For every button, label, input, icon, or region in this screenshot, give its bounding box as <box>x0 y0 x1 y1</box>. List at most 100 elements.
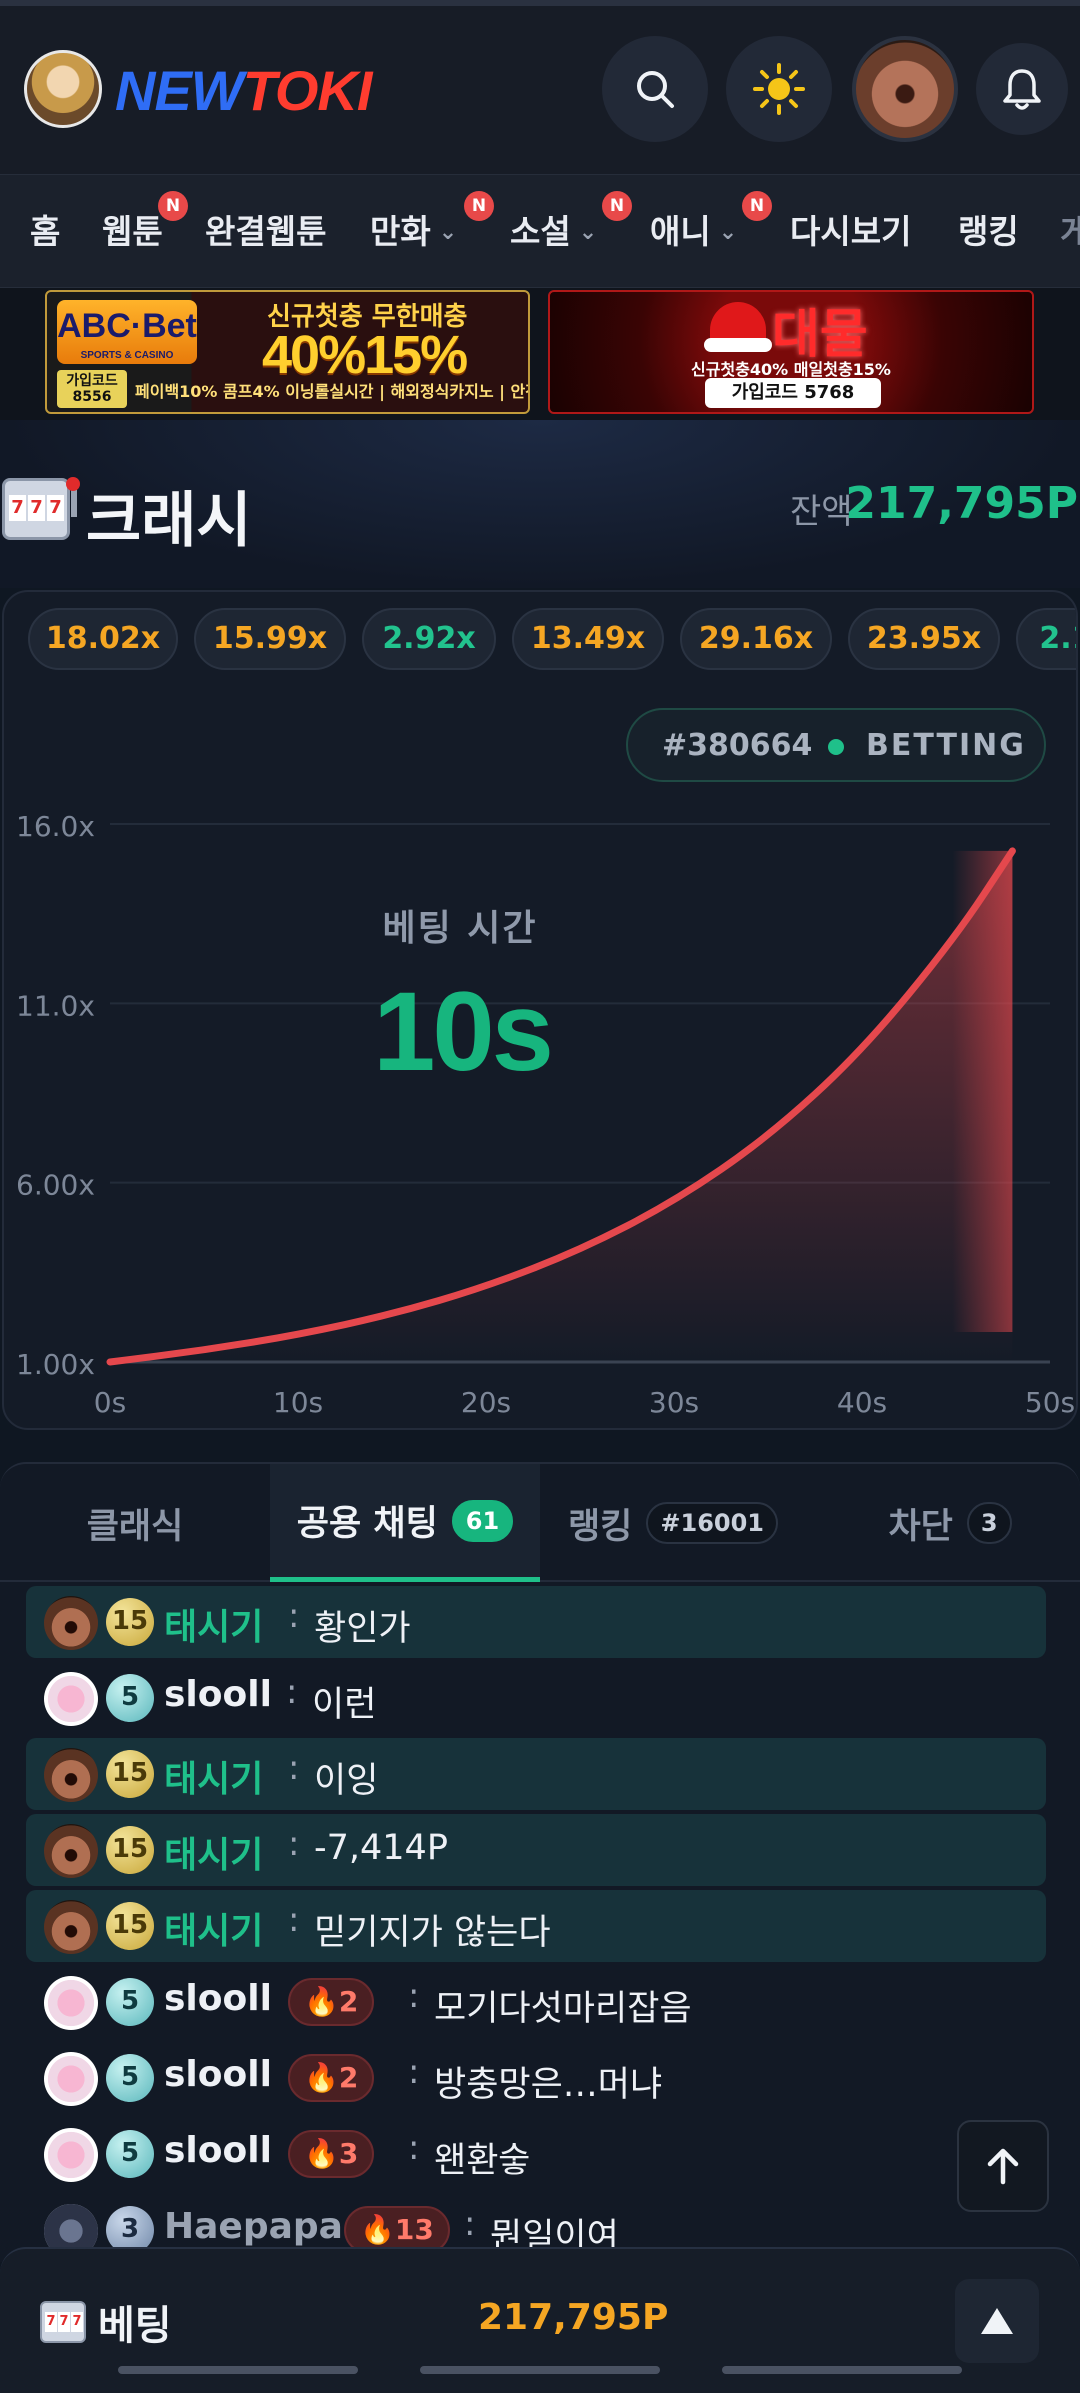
nav-item-completed-webtoon[interactable]: 완결웹툰 <box>205 205 326 253</box>
level-badge: 5 <box>106 1978 154 2026</box>
bet-label: 베팅 <box>98 2303 172 2349</box>
message-separator: : <box>464 2204 476 2244</box>
profile-avatar-button[interactable] <box>852 36 958 142</box>
chat-message[interactable]: 5 slooll 🔥3: 왠환숳 <box>26 2118 1046 2190</box>
message-separator: : <box>288 1824 300 1864</box>
chat-message[interactable]: 15 태시기: 이잉 <box>26 1738 1046 1810</box>
game-header: 777 크래시 잔액 217,795P <box>0 420 1080 588</box>
logo-avatar[interactable] <box>24 50 102 128</box>
user-nickname[interactable]: 태시기 <box>164 1902 263 1954</box>
level-badge: 5 <box>106 1674 154 1722</box>
expand-bet-button[interactable] <box>955 2279 1039 2363</box>
user-nickname[interactable]: slooll <box>164 2054 272 2095</box>
abcbet-logo: ABC·Bet SPORTS & CASINO <box>57 300 197 364</box>
user-avatar[interactable] <box>44 1824 98 1878</box>
chat-message[interactable]: 5 slooll 🔥2: 방충망은…머냐 <box>26 2042 1046 2114</box>
main-nav: 홈 웹툰 N 완결웹툰 만화 ⌄ N 소설 ⌄ N 애니 ⌄ N 다시보기 랭킹 게 <box>0 174 1080 288</box>
user-nickname[interactable]: 태시기 <box>164 1826 263 1878</box>
nav-item-home[interactable]: 홈 <box>30 205 60 253</box>
new-badge: N <box>742 191 772 221</box>
status-dot <box>828 739 844 755</box>
tab-label: 클래식 <box>86 1506 184 1547</box>
abcbet-sub: 페이백10% 콤프4% 이닝롤실시간 | 해외정식카지노 | 안전검증 <box>135 382 530 401</box>
tab-blocked[interactable]: 차단 3 <box>820 1464 1080 1582</box>
tab-label: 차단 <box>888 1506 953 1547</box>
gesture-bar <box>722 2366 962 2374</box>
nav-item-label: 만화 <box>370 212 431 251</box>
site-logo[interactable]: NEWTOKI <box>115 58 373 123</box>
user-nickname[interactable]: 태시기 <box>164 1598 263 1650</box>
message-text: 믿기지가 않는다 <box>314 1913 551 1953</box>
chat-message[interactable]: 5 slooll: 이런 <box>26 1662 1046 1734</box>
slot-machine-icon: 777 <box>2 477 80 540</box>
message-text: 황인가 <box>314 1609 411 1649</box>
abcbet-brand-sub: SPORTS & CASINO <box>80 350 174 361</box>
santa-hat-icon <box>704 302 772 352</box>
user-avatar[interactable] <box>44 1748 98 1802</box>
logo-toki-text: TOKI <box>242 59 373 122</box>
user-avatar[interactable] <box>44 1672 98 1726</box>
round-status-pill: #380664 BETTING <box>626 708 1046 782</box>
crash-chart-card: 18.02x15.99x2.92x13.49x29.16x23.95x2.1 1… <box>2 590 1078 1430</box>
nav-item-webtoon[interactable]: 웹툰 N <box>102 191 188 253</box>
user-nickname[interactable]: slooll <box>164 1674 272 1715</box>
tab-ranking[interactable]: 랭킹 #16001 <box>548 1464 798 1582</box>
chat-message[interactable]: 15 태시기: 황인가 <box>26 1586 1046 1658</box>
user-avatar[interactable] <box>44 2052 98 2106</box>
tab-public-chat[interactable]: 공용 채팅 61 <box>270 1464 540 1582</box>
user-avatar[interactable] <box>44 1976 98 2030</box>
message-text: 이잉 <box>314 1761 379 1801</box>
notification-button[interactable] <box>976 43 1068 135</box>
nav-item-anime[interactable]: 애니 ⌄ N <box>650 191 772 253</box>
nav-item-manga[interactable]: 만화 ⌄ N <box>370 191 494 253</box>
message-separator: : <box>408 1976 420 2016</box>
nav-item-label: 게 <box>1060 212 1080 251</box>
nav-item-ranking[interactable]: 랭킹 <box>958 205 1019 253</box>
theme-toggle-button[interactable] <box>726 36 832 142</box>
tab-label: 공용 채팅 <box>296 1504 438 1544</box>
tab-classic[interactable]: 클래식 <box>0 1464 270 1582</box>
arrow-up-icon <box>987 2148 1019 2185</box>
user-avatar[interactable] <box>44 1900 98 1954</box>
user-nickname[interactable]: 태시기 <box>164 1750 263 1802</box>
scroll-to-top-button[interactable] <box>957 2120 1049 2212</box>
nav-item-label: 랭킹 <box>958 212 1019 251</box>
x-tick-label: 40s <box>837 1386 887 1419</box>
nav-item-replay[interactable]: 다시보기 <box>790 205 911 253</box>
message-text: 이런 <box>312 1685 377 1725</box>
level-badge: 5 <box>106 2054 154 2102</box>
abcbet-code: 가입코드 8556 <box>57 370 127 408</box>
chat-message[interactable]: 15 태시기: 믿기지가 않는다 <box>26 1890 1046 1962</box>
round-id: #380664 <box>662 728 813 763</box>
win-streak-badge: 🔥3 <box>288 2130 375 2178</box>
daemul-code: 가입코드 5768 <box>705 378 881 408</box>
ad-banner-abcbet[interactable]: ABC·Bet SPORTS & CASINO 가입코드 8556 신규첫충 무… <box>45 290 530 414</box>
chat-message[interactable]: 15 태시기: -7,414P <box>26 1814 1046 1886</box>
user-nickname[interactable]: Haepapa <box>164 2206 343 2247</box>
user-avatar[interactable] <box>44 2128 98 2182</box>
slot-machine-icon: 777 <box>40 2301 86 2343</box>
bell-icon <box>1003 69 1041 110</box>
chat-tabs: 클래식 공용 채팅 61 랭킹 #16001 차단 3 <box>0 1464 1080 1582</box>
chat-count-badge: 61 <box>451 1499 514 1542</box>
ranking-badge: #16001 <box>646 1502 778 1544</box>
chat-message-list[interactable]: 15 태시기: 황인가 5 slooll: 이런 15 태시기: 이잉 15 태시기: -7,414P… <box>0 1586 1080 2262</box>
level-badge: 15 <box>106 1598 154 1646</box>
chat-message[interactable]: 5 slooll 🔥2: 모기다섯마리잡음 <box>26 1966 1046 2038</box>
level-badge: 15 <box>106 1750 154 1798</box>
x-tick-label: 30s <box>649 1386 699 1419</box>
nav-item-more[interactable]: 게 <box>1060 205 1080 253</box>
nav-item-novel[interactable]: 소설 ⌄ N <box>510 191 632 253</box>
gesture-bar <box>118 2366 358 2374</box>
message-separator: : <box>286 1672 298 1712</box>
message-text: 방충망은…머냐 <box>434 2065 663 2105</box>
message-text: 왠환숳 <box>434 2141 531 2181</box>
level-badge: 15 <box>106 1826 154 1874</box>
user-nickname[interactable]: slooll <box>164 2130 272 2171</box>
search-button[interactable] <box>602 36 708 142</box>
user-avatar[interactable] <box>44 1596 98 1650</box>
ad-banner-daemul[interactable]: 대물 신규첫충40% 매일첫충15% 가입코드 5768 <box>548 290 1034 414</box>
chat-panel: 클래식 공용 채팅 61 랭킹 #16001 차단 3 15 태시기: 황인가 5 sl… <box>0 1462 1080 2262</box>
user-nickname[interactable]: slooll <box>164 1978 272 2019</box>
x-tick-label: 0s <box>94 1386 126 1419</box>
